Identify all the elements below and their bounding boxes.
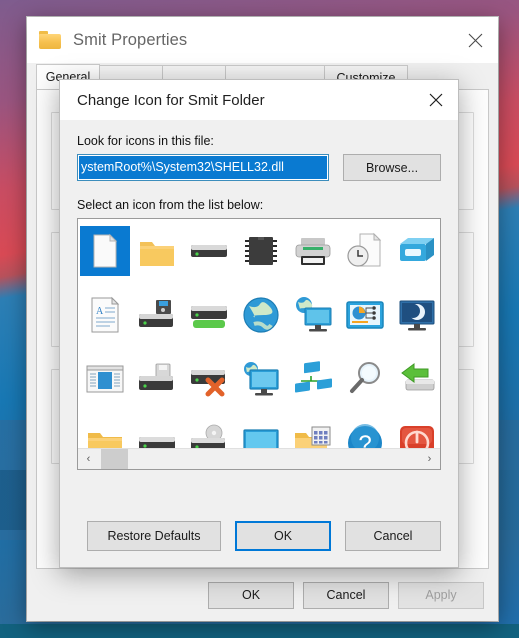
icon-cell-text-document[interactable]: A	[80, 290, 130, 340]
network-computer-icon	[292, 294, 334, 336]
icon-cell-globe[interactable]	[236, 290, 286, 340]
floppy-drive-icon	[136, 294, 178, 336]
properties-window-title: Smit Properties	[73, 30, 188, 49]
icon-row	[78, 219, 440, 283]
icon-grid[interactable]: A ?	[78, 219, 440, 460]
properties-cancel-button[interactable]: Cancel	[303, 581, 389, 609]
ok-button[interactable]: OK	[235, 521, 331, 551]
printer-icon	[292, 230, 334, 272]
file-path-label: Look for icons in this file:	[77, 134, 214, 148]
performance-chart-icon	[344, 294, 386, 336]
restore-defaults-button[interactable]: Restore Defaults	[87, 521, 221, 551]
icon-cell-green-drive[interactable]	[184, 290, 234, 340]
green-drive-icon	[188, 294, 230, 336]
icon-cell-map-network-drive[interactable]	[392, 354, 440, 404]
icon-cell-memory-chip[interactable]	[236, 226, 286, 276]
scroll-left-icon[interactable]: ‹	[78, 449, 99, 469]
recent-documents-icon	[344, 230, 386, 272]
text-document-icon: A	[84, 294, 126, 336]
change-icon-dialog: Change Icon for Smit Folder Look for ico…	[59, 79, 459, 568]
memory-chip-icon	[240, 230, 282, 272]
icon-cell-screensaver-moon[interactable]	[392, 290, 440, 340]
folder-icon	[39, 31, 61, 49]
icon-cell-network-nodes[interactable]	[288, 354, 338, 404]
icon-row: A	[78, 283, 440, 347]
properties-button-bar: OK Cancel Apply	[27, 569, 498, 621]
icon-cell-floppy-drive[interactable]	[132, 290, 182, 340]
scroll-right-icon[interactable]: ›	[419, 449, 440, 469]
dialog-titlebar: Change Icon for Smit Folder	[60, 80, 458, 120]
browse-button[interactable]: Browse...	[343, 154, 441, 181]
icon-cell-disconnected-drive[interactable]	[184, 354, 234, 404]
globe-icon	[240, 294, 282, 336]
icon-cell-network-computer[interactable]	[288, 290, 338, 340]
icon-list-label: Select an icon from the list below:	[77, 198, 264, 212]
floppy-disk-drive-icon	[136, 358, 178, 400]
screensaver-moon-icon	[396, 294, 438, 336]
dialog-body: Look for icons in this file: ystemRoot%\…	[60, 120, 458, 470]
network-monitor-icon	[240, 358, 282, 400]
properties-apply-button: Apply	[398, 581, 484, 609]
icon-cell-magnifier[interactable]	[340, 354, 390, 404]
disconnected-drive-icon	[188, 358, 230, 400]
icon-cell-hard-drive[interactable]	[184, 226, 234, 276]
icon-cell-document[interactable]	[80, 226, 130, 276]
hard-drive-icon	[188, 230, 230, 272]
close-icon[interactable]	[414, 80, 458, 120]
svg-text:A: A	[96, 306, 104, 317]
map-network-drive-icon	[396, 358, 438, 400]
file-path-input[interactable]: ystemRoot%\System32\SHELL32.dll	[77, 154, 329, 181]
properties-titlebar: Smit Properties	[27, 17, 498, 63]
icon-cell-recent-documents[interactable]	[340, 226, 390, 276]
icon-cell-floppy-disk-drive[interactable]	[132, 354, 182, 404]
icon-cell-performance-chart[interactable]	[340, 290, 390, 340]
window-panel-icon	[84, 358, 126, 400]
file-path-row: ystemRoot%\System32\SHELL32.dll Browse..…	[77, 154, 441, 181]
icon-row	[78, 347, 440, 411]
network-nodes-icon	[292, 358, 334, 400]
icon-cell-window-panel[interactable]	[80, 354, 130, 404]
blue-frame-icon	[396, 230, 438, 272]
icon-cell-network-monitor[interactable]	[236, 354, 286, 404]
dialog-button-bar: Restore Defaults OK Cancel	[60, 505, 458, 567]
icon-list[interactable]: A ? ‹ ›	[77, 218, 441, 470]
magnifier-icon	[344, 358, 386, 400]
icon-cell-folder[interactable]	[132, 226, 182, 276]
close-icon[interactable]	[452, 17, 498, 63]
dialog-title: Change Icon for Smit Folder	[77, 91, 265, 109]
scrollbar-thumb[interactable]	[101, 449, 128, 469]
icon-cell-blue-frame[interactable]	[392, 226, 440, 276]
file-path-value: ystemRoot%\System32\SHELL32.dll	[79, 156, 327, 179]
folder-icon	[136, 230, 178, 272]
icon-cell-printer[interactable]	[288, 226, 338, 276]
document-icon	[84, 230, 126, 272]
taskbar[interactable]	[0, 624, 519, 638]
properties-ok-button[interactable]: OK	[208, 581, 294, 609]
cancel-button[interactable]: Cancel	[345, 521, 441, 551]
horizontal-scrollbar[interactable]: ‹ ›	[78, 448, 440, 469]
scrollbar-track[interactable]	[99, 449, 419, 469]
